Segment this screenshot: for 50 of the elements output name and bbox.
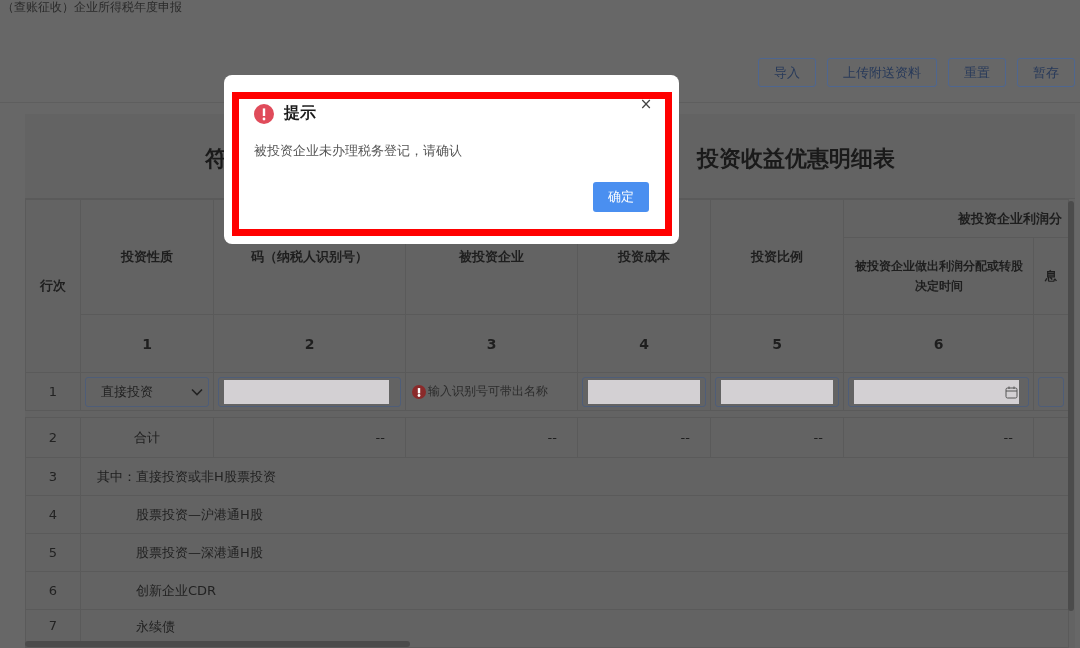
table-cell: -- [710,417,844,458]
column-number: 3 [405,314,578,373]
row-label: 股票投资—沪港通H股 [136,505,263,524]
table-cell: -- [213,417,406,458]
column-header: 行次 [25,199,81,373]
horizontal-scrollbar[interactable] [25,641,410,647]
column-number: 5 [710,314,844,373]
form-title: 符 [205,145,227,173]
calendar-icon [1005,385,1018,399]
date-field[interactable] [848,376,1029,407]
input-field[interactable] [715,376,839,407]
column-header: 投资性质 [80,199,214,315]
toolbar-button[interactable]: 导入 [758,58,816,87]
row-number: 5 [25,533,81,572]
form-title: 投资收益优惠明细表 [697,145,895,173]
close-button[interactable]: × [639,95,653,113]
confirm-button[interactable]: 确定 [593,182,649,212]
column-number: 4 [577,314,711,373]
row-number: 3 [25,457,81,496]
row-number: 6 [25,571,81,610]
select-field[interactable]: 直接投资 [85,376,209,407]
row-label: 直接投资或非H股票投资 [136,467,276,486]
dialog-message: 被投资企业未办理税务登记，请确认 [254,142,462,160]
column-header: 投资比例 [710,199,844,315]
column-number: 2 [213,314,406,373]
row-label: 创新企业CDR [136,581,217,600]
table-cell: 合计 [80,417,214,458]
row-label: 永续债 [136,618,175,636]
row-label: 股票投资—深港通H股 [136,543,263,562]
error-icon [254,103,274,124]
vertical-scrollbar[interactable] [1068,201,1074,611]
column-number: 1 [80,314,214,373]
dialog-title: 提示 [284,103,316,124]
toolbar-button[interactable]: 重置 [948,58,1006,87]
column-number: 6 [843,314,1034,373]
input-field[interactable] [582,376,706,407]
error-icon [412,384,426,399]
toolbar-button[interactable]: 暂存 [1017,58,1075,87]
table-cell: -- [843,417,1034,458]
column-group-header: 被投资企业利润分 [843,199,1069,238]
row-number: 4 [25,495,81,534]
row-number: 1 [25,372,81,411]
table-cell: -- [577,417,711,458]
row-number: 2 [25,417,81,458]
toolbar-button[interactable]: 上传附送资料 [827,58,937,87]
row-prefix: 其中： [96,467,136,486]
input-field[interactable] [218,376,401,407]
column-header: 被投资企业做出利润分配或转股决定时间 [843,237,1034,315]
chevron-down-icon [191,387,203,396]
table-cell: -- [405,417,578,458]
